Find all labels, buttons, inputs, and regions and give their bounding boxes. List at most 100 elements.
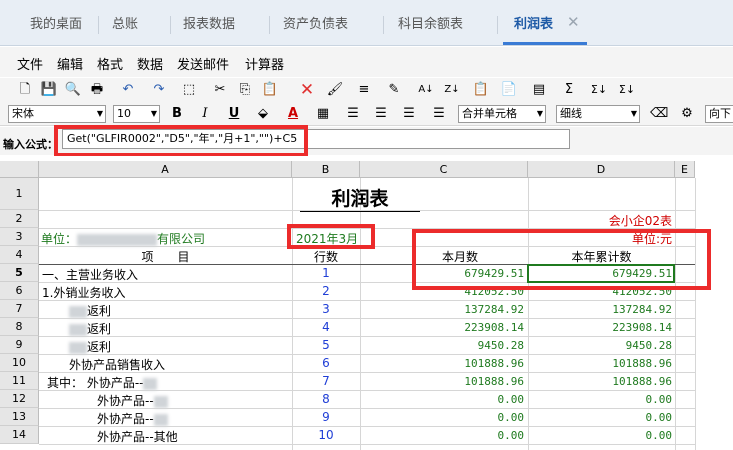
menu-format[interactable]: 格式 [97,54,123,73]
align-center-icon[interactable]: ☰ [372,105,390,123]
row-header[interactable]: 3 [0,228,39,246]
grid-line [39,318,695,319]
month-value[interactable]: 223908.14 [360,321,524,334]
tab-income-statement[interactable]: 利润表 [514,14,553,36]
ytd-value[interactable]: 0.00 [528,411,673,424]
item-label: 返利 [69,320,111,337]
underline-button[interactable]: U [225,105,243,123]
row-header[interactable]: 4 [0,246,39,264]
paste-icon[interactable]: 📋 [261,81,279,99]
align-left-icon[interactable]: ☰ [344,105,362,123]
month-value[interactable]: 0.00 [360,393,525,406]
line-style-select[interactable]: 细线 ▼ [556,105,640,123]
redo-icon[interactable]: ↷ [150,81,168,99]
direction-select[interactable]: 向下 [705,105,733,123]
chevron-down-icon: ▼ [630,109,637,118]
tab-desktop[interactable]: 我的桌面 [30,14,82,36]
sum-row-icon[interactable]: Σ↓ [590,81,608,99]
justify-icon[interactable]: ☰ [430,105,448,123]
month-value[interactable]: 0.00 [360,411,525,424]
ytd-value[interactable]: 0.00 [528,393,673,406]
align-right-icon[interactable]: ☰ [400,105,418,123]
item-label: 返利 [69,338,111,355]
merge-cells-select[interactable]: 合并单元格 ▼ [458,105,546,123]
highlight-box-formula [54,125,308,157]
ytd-value[interactable]: 9450.28 [528,339,672,352]
select-all-icon[interactable]: ⬚ [180,81,198,99]
row-header[interactable]: 8 [0,318,39,336]
sum-col-icon[interactable]: Σ↓ [618,81,636,99]
row-header[interactable]: 7 [0,300,39,318]
col-header-d[interactable]: D [528,161,675,178]
row-header[interactable]: 1 [0,178,39,210]
align-icon[interactable]: ≡ [355,81,373,99]
eraser-icon[interactable]: ⌫ [650,105,668,123]
menu-calculator[interactable]: 计算器 [245,54,284,73]
sum-icon[interactable]: Σ [560,81,578,99]
row-header[interactable]: 5 [0,264,39,282]
col-header-e[interactable]: E [675,161,695,178]
row-header[interactable]: 12 [0,390,39,408]
menu-data[interactable]: 数据 [137,54,163,73]
font-size-select[interactable]: 10 ▼ [113,105,160,123]
close-icon[interactable]: ✕ [567,13,580,31]
menu-bar: 文件 编辑 格式 数据 发送邮件 计算器 [0,47,733,77]
item-text: 外协产品--其他 [97,430,178,444]
month-value[interactable]: 101888.96 [360,357,524,370]
undo-icon[interactable]: ↶ [119,81,137,99]
row-header[interactable]: 9 [0,336,39,354]
delete-icon[interactable]: ✕ [298,81,316,99]
format-brush-icon[interactable]: 🖌 [326,81,344,99]
clipboard-icon[interactable]: 📄 [500,81,518,99]
settings-icon[interactable]: ⚙ [678,105,696,123]
edit-icon[interactable]: ✎ [385,81,403,99]
sort-desc-icon[interactable]: Z↓ [443,81,461,99]
report-icon[interactable]: ▤ [530,81,548,99]
tab-separator [497,16,498,34]
menu-file[interactable]: 文件 [17,54,43,73]
copy-icon[interactable]: ⎘ [236,81,254,99]
ytd-value[interactable]: 101888.96 [528,357,672,370]
ytd-value[interactable]: 101888.96 [528,375,672,388]
tab-balance-sheet[interactable]: 资产负债表 [283,14,348,36]
month-value[interactable]: 0.00 [360,429,525,442]
tab-ledger[interactable]: 总账 [112,14,138,36]
row-header[interactable]: 10 [0,354,39,372]
col-header-b[interactable]: B [292,161,360,178]
print-icon[interactable]: 🖶 [88,81,106,99]
tab-report-data[interactable]: 报表数据 [183,14,235,36]
corner-cell[interactable] [0,161,39,178]
menu-edit[interactable]: 编辑 [57,54,83,73]
border-icon[interactable]: ▦ [314,105,332,123]
row-header[interactable]: 14 [0,426,39,444]
item-label: 外协产品-- [97,410,168,427]
font-color-icon[interactable]: A [284,105,302,123]
save-icon[interactable]: 💾 [40,81,58,99]
row-header[interactable]: 2 [0,210,39,228]
col-header-c[interactable]: C [360,161,528,178]
tab-account-balance[interactable]: 科目余额表 [398,14,463,36]
row-header[interactable]: 13 [0,408,39,426]
menu-send-email[interactable]: 发送邮件 [177,54,229,73]
row-header[interactable]: 6 [0,282,39,300]
cut-icon[interactable]: ✂ [211,81,229,99]
month-value[interactable]: 101888.96 [360,375,524,388]
print-preview-icon[interactable]: 🔍 [64,81,82,99]
font-size-value: 10 [117,107,131,120]
item-label: 一、主营业务收入 [42,266,138,283]
ytd-value[interactable]: 0.00 [528,429,673,442]
month-value[interactable]: 137284.92 [360,303,524,316]
sort-asc-icon[interactable]: A↓ [417,81,435,99]
new-file-icon[interactable]: 🗋 [16,81,34,99]
col-header-a[interactable]: A [39,161,292,178]
paste-special-icon[interactable]: 📋 [472,81,490,99]
row-header[interactable]: 11 [0,372,39,390]
bold-button[interactable]: B [168,105,186,123]
ytd-value[interactable]: 223908.14 [528,321,672,334]
month-value[interactable]: 9450.28 [360,339,524,352]
italic-button[interactable]: I [196,105,214,123]
ytd-value[interactable]: 137284.92 [528,303,672,316]
font-family-select[interactable]: 宋体 ▼ [8,105,106,123]
row-number: 6 [322,356,330,370]
fill-color-icon[interactable]: ⬙ [254,105,272,123]
